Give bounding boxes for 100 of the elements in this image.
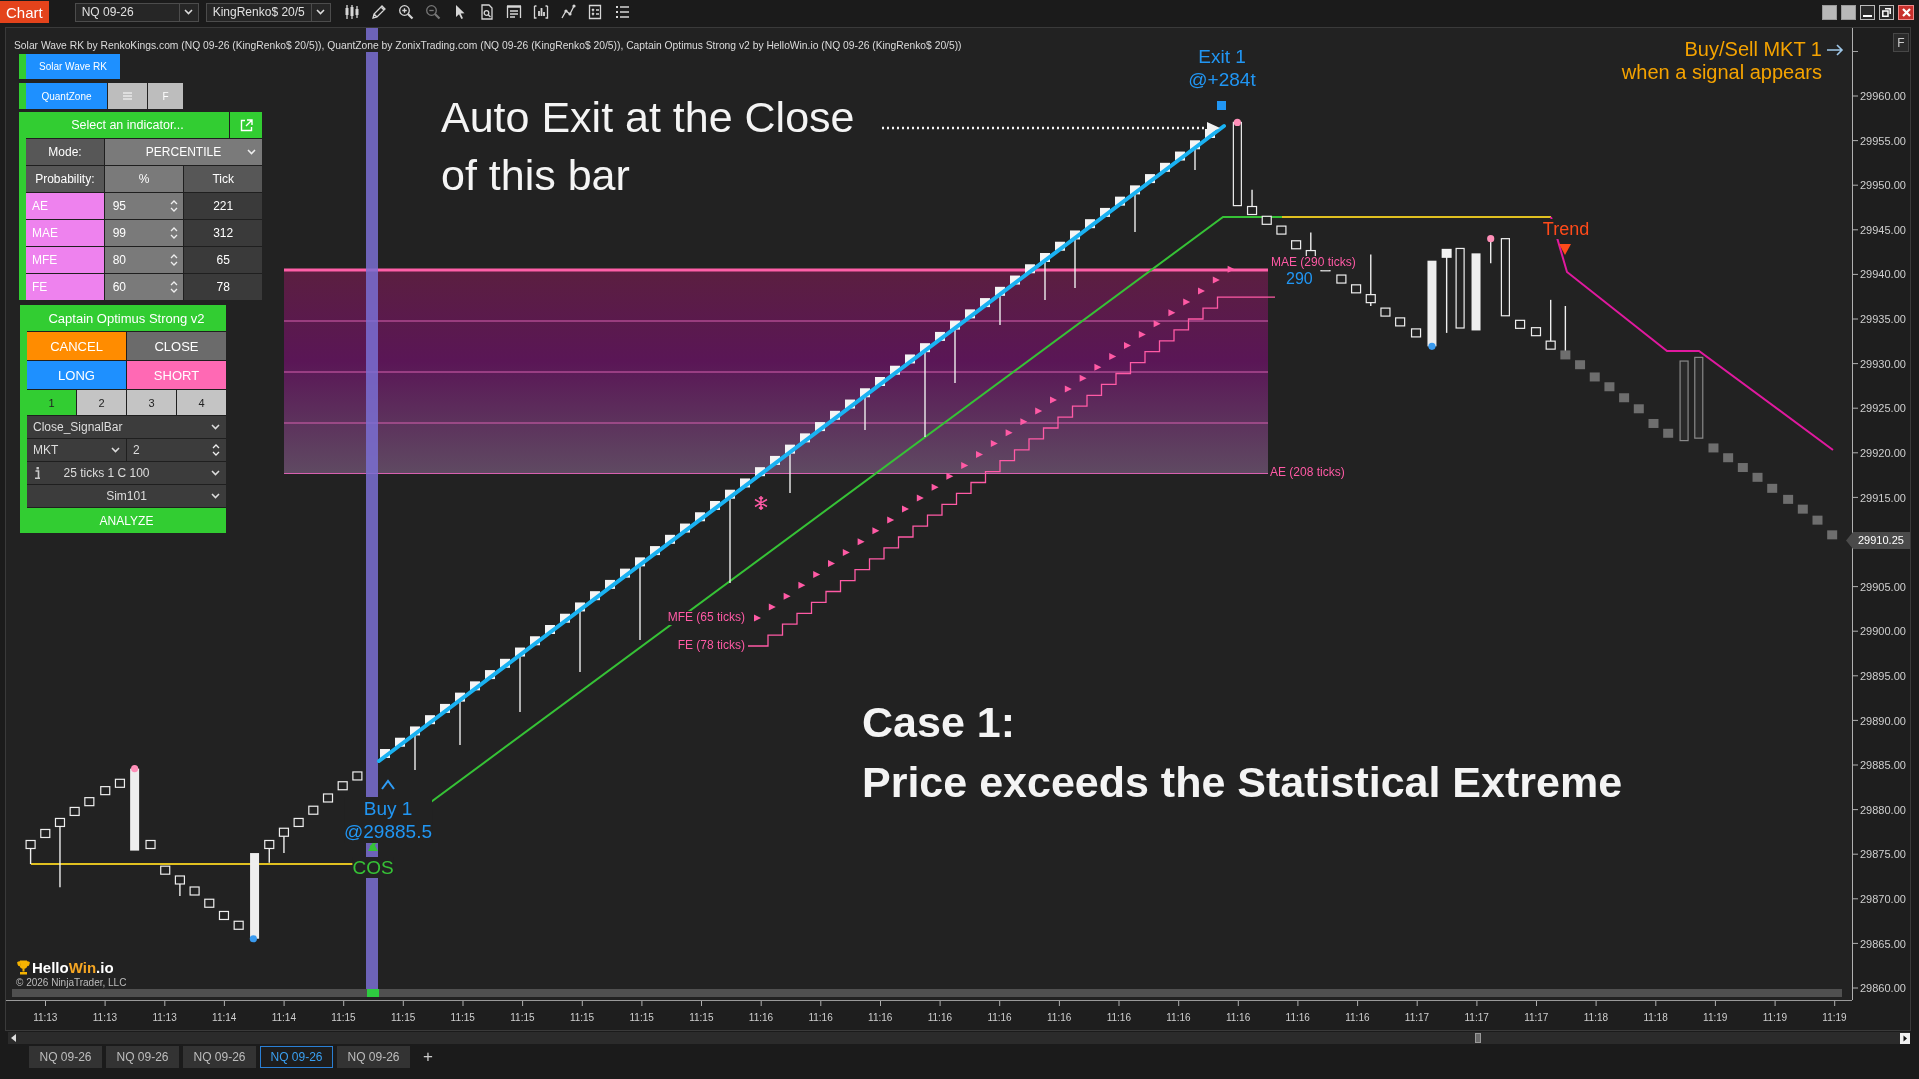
chevron-down-icon bbox=[316, 9, 326, 15]
time-label: 11:13 bbox=[33, 1012, 58, 1024]
instrument-tab[interactable]: NQ 09-26 bbox=[183, 1046, 256, 1068]
price-label: 29870.00 bbox=[1860, 892, 1906, 907]
cos-label: COS bbox=[352, 857, 394, 878]
time-label: 11:16 bbox=[1285, 1012, 1310, 1024]
stat-name-cell: AE bbox=[26, 193, 104, 219]
time-label: 11:13 bbox=[152, 1012, 177, 1024]
time-label: 11:17 bbox=[1464, 1012, 1489, 1024]
case-title: Case 1: bbox=[862, 698, 1015, 748]
zoom-in-icon[interactable] bbox=[397, 4, 414, 20]
time-label: 11:16 bbox=[987, 1012, 1012, 1024]
price-label: 29935.00 bbox=[1860, 312, 1906, 327]
tick-cell: 65 bbox=[184, 247, 262, 273]
price-label: 29860.00 bbox=[1860, 981, 1906, 996]
time-label: 11:14 bbox=[212, 1012, 237, 1024]
stat-name-cell: FE bbox=[26, 274, 104, 300]
instrument-tab[interactable]: NQ 09-26 bbox=[337, 1046, 410, 1068]
price-label: 29920.00 bbox=[1860, 445, 1906, 460]
price-label: 29915.00 bbox=[1860, 490, 1906, 505]
time-label: 11:19 bbox=[1822, 1012, 1847, 1024]
tile-button[interactable] bbox=[1841, 4, 1856, 20]
exit-label: Exit 1 @+284t bbox=[1188, 45, 1256, 91]
time-label: 11:16 bbox=[927, 1012, 953, 1024]
time-label: 11:15 bbox=[391, 1012, 416, 1024]
time-label: 11:17 bbox=[1524, 1012, 1549, 1024]
tile-button[interactable] bbox=[1822, 4, 1837, 20]
column-header: % bbox=[104, 166, 184, 192]
time-label: 11:14 bbox=[271, 1012, 296, 1024]
stat-name-cell: MAE bbox=[26, 220, 104, 246]
price-label: 29875.00 bbox=[1860, 847, 1906, 862]
time-label: 11:15 bbox=[569, 1012, 595, 1024]
chart-option-button[interactable]: F bbox=[1893, 33, 1909, 52]
time-label: 11:15 bbox=[629, 1012, 654, 1024]
price-label: 29950.00 bbox=[1860, 178, 1906, 193]
copyright-text: © 2026 NinjaTrader, LLC bbox=[16, 977, 127, 989]
scroll-left-icon[interactable] bbox=[11, 1034, 17, 1042]
price-label: 29925.00 bbox=[1860, 401, 1906, 416]
price-label: 29885.00 bbox=[1860, 758, 1906, 773]
candlestick-icon[interactable] bbox=[343, 4, 360, 20]
instrument-tab[interactable]: NQ 09-26 bbox=[29, 1046, 102, 1068]
mae-value: 290 bbox=[1286, 270, 1313, 288]
line-chart-icon[interactable] bbox=[559, 4, 576, 20]
form-icon[interactable] bbox=[586, 4, 603, 20]
price-label: 29890.00 bbox=[1860, 713, 1906, 728]
entry-label: Buy 1 @29885.5 bbox=[344, 797, 432, 843]
add-tab-button[interactable]: + bbox=[418, 1046, 438, 1068]
chart-bars-icon[interactable] bbox=[532, 4, 549, 20]
price-label: 29900.00 bbox=[1860, 624, 1906, 639]
time-label: 11:15 bbox=[689, 1012, 714, 1024]
chevron-down-icon bbox=[184, 9, 194, 15]
scrollbar-thumb[interactable] bbox=[1475, 1033, 1481, 1043]
time-label: 11:16 bbox=[1166, 1012, 1191, 1024]
time-label: 11:15 bbox=[331, 1012, 356, 1024]
mfe-label: MFE (65 ticks) bbox=[667, 611, 745, 625]
time-label: 11:19 bbox=[1703, 1012, 1728, 1024]
case-description: Price exceeds the Statistical Extreme bbox=[862, 758, 1623, 808]
ae-label: AE (208 ticks) bbox=[1270, 466, 1345, 480]
callout-text: Auto Exit at the Close of this bar bbox=[441, 92, 855, 201]
price-label: 29955.00 bbox=[1860, 133, 1906, 148]
instrument-tab[interactable]: NQ 09-26 bbox=[260, 1046, 333, 1068]
price-label: 29930.00 bbox=[1860, 356, 1906, 371]
signal-note: Buy/Sell MKT 1 when a signal appears bbox=[1621, 38, 1822, 84]
instrument-tab[interactable]: NQ 09-26 bbox=[106, 1046, 179, 1068]
legend-text: Solar Wave RK by RenkoKings.com (NQ 09-26 (KingRenko$ 20/5)), QuantZone by ZonixTrading.com (NQ 09-26 (KingRenko$ 20/5)), Captain Optimus Strong v2 by HelloWin.io (NQ 09-26 (KingRenko$ 20/5)) bbox=[14, 40, 962, 52]
time-label: 11:16 bbox=[1047, 1012, 1072, 1024]
horizontal-scrollbar[interactable] bbox=[8, 1032, 1910, 1044]
menu-icon bbox=[123, 92, 132, 100]
logo-text: HelloWin.io bbox=[32, 959, 114, 977]
time-label: 11:19 bbox=[1762, 1012, 1787, 1024]
price-label: 29865.00 bbox=[1860, 936, 1906, 951]
time-label: 11:16 bbox=[808, 1012, 833, 1024]
trend-label: Trend bbox=[1542, 219, 1590, 239]
signal-dot-icon bbox=[249, 935, 257, 943]
trophy-icon bbox=[17, 960, 30, 975]
zoom-out-icon[interactable] bbox=[424, 4, 441, 20]
document-search-icon[interactable] bbox=[478, 4, 495, 20]
app-tab[interactable]: Chart bbox=[0, 1, 49, 23]
column-header: Probability: bbox=[26, 166, 104, 192]
minimize-button[interactable] bbox=[1860, 4, 1875, 20]
time-label: 11:16 bbox=[1106, 1012, 1131, 1024]
restore-button[interactable] bbox=[1879, 4, 1894, 20]
close-button[interactable] bbox=[1898, 4, 1914, 20]
pencil-icon[interactable] bbox=[370, 4, 387, 20]
time-label: 11:17 bbox=[1404, 1012, 1430, 1024]
table-icon[interactable] bbox=[505, 4, 522, 20]
close-icon bbox=[1901, 7, 1911, 17]
exit-marker-icon bbox=[1217, 101, 1226, 110]
instrument-dropdown[interactable]: NQ 09-26 bbox=[74, 2, 199, 22]
bar-type-dropdown[interactable]: KingRenko$ 20/5 bbox=[205, 2, 331, 22]
price-label: 29905.00 bbox=[1860, 579, 1906, 594]
time-label: 11:15 bbox=[510, 1012, 535, 1024]
price-label: 29895.00 bbox=[1860, 669, 1906, 683]
scroll-right-icon[interactable] bbox=[1900, 1032, 1910, 1044]
price-label: 29945.00 bbox=[1860, 222, 1906, 237]
signal-dot-icon bbox=[1233, 118, 1241, 126]
tick-cell: 221 bbox=[184, 193, 262, 219]
list-icon[interactable] bbox=[613, 4, 630, 20]
mae-label: MAE (290 ticks) bbox=[1270, 256, 1357, 270]
band-marker bbox=[367, 989, 379, 997]
